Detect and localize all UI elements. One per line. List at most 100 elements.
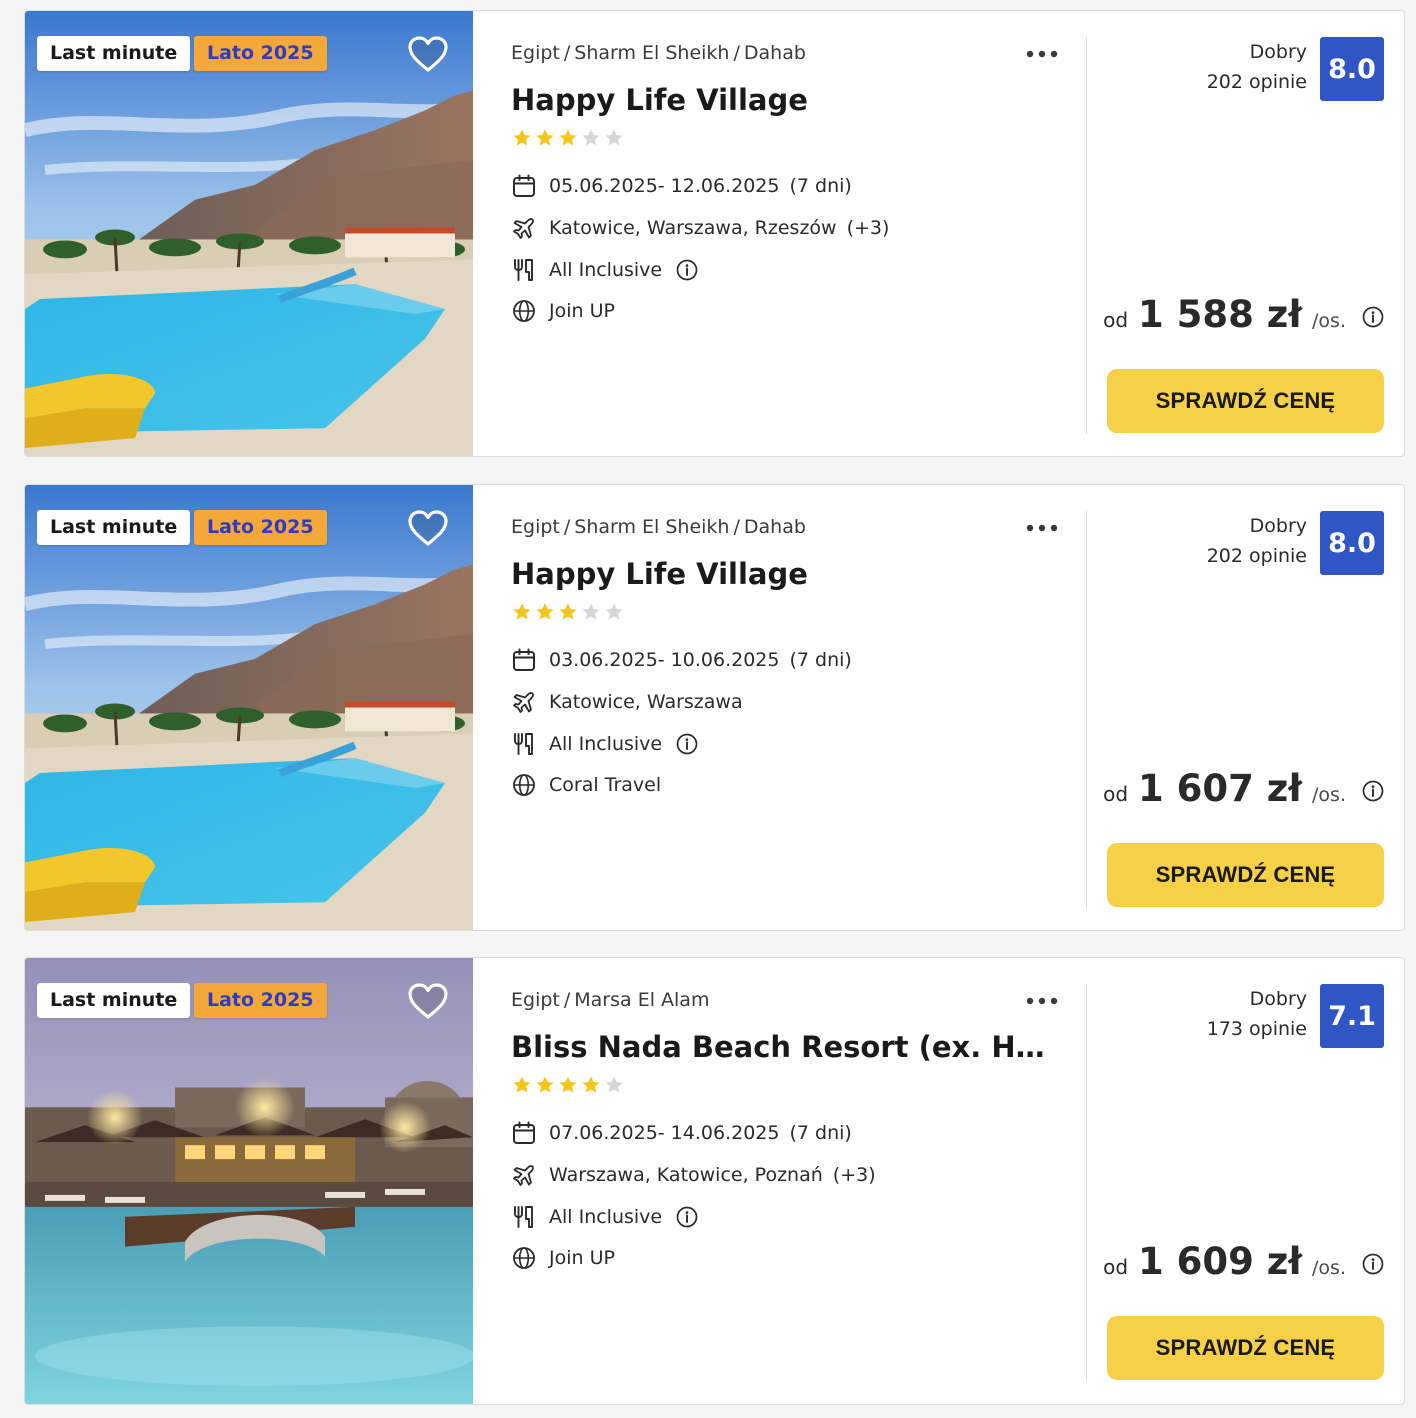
offer-info: Egipt / Sharm El Sheikh / Dahab Happy Life V…	[511, 485, 1087, 930]
star-empty-icon	[605, 1076, 623, 1093]
hotel-name[interactable]: Happy Life Village	[511, 83, 1051, 117]
trip-dates: 07.06.2025- 14.06.2025 (7 dni)	[511, 1118, 852, 1148]
price-amount: 1 607 zł	[1138, 767, 1303, 810]
info-circle-icon[interactable]	[676, 259, 698, 281]
heart-outline-icon	[408, 510, 448, 546]
breadcrumb-item[interactable]: Dahab	[744, 516, 806, 538]
price-suffix: /os.	[1312, 1257, 1346, 1279]
star-empty-icon	[582, 129, 600, 146]
breadcrumb-item[interactable]: Marsa El Alam	[574, 989, 709, 1011]
season-badge: Lato 2025	[194, 983, 327, 1018]
breadcrumb-item[interactable]: Sharm El Sheikh	[574, 516, 729, 538]
reviews-count[interactable]: 202 opinie	[1207, 67, 1307, 97]
departure-airports: Katowice, Warszawa, Rzeszów (+3)	[511, 213, 889, 243]
check-price-button[interactable]: SPRAWDŹ CENĘ	[1107, 1316, 1384, 1380]
reviews-count[interactable]: 202 opinie	[1207, 541, 1307, 571]
airports-text: Warszawa, Katowice, Poznań	[549, 1164, 823, 1186]
star-empty-icon	[605, 129, 623, 146]
favorite-button[interactable]	[405, 507, 451, 549]
star-filled-icon	[582, 1076, 600, 1093]
breadcrumb-separator: /	[563, 42, 571, 64]
price-amount: 1 588 zł	[1138, 293, 1303, 336]
divider	[1086, 511, 1087, 908]
offer-card-3[interactable]: Last minute Lato 2025 Egipt / Marsa El Ala…	[24, 957, 1405, 1405]
rating-summary: Dobry 202 opinie	[1207, 37, 1307, 97]
offer-card-1[interactable]: Last minute Lato 2025 Egipt / Sharm El She…	[24, 10, 1405, 457]
more-options-button[interactable]	[1025, 990, 1059, 1012]
star-filled-icon	[513, 129, 531, 146]
airports-more[interactable]: (+3)	[833, 1164, 876, 1186]
breadcrumb-location: Egipt / Sharm El Sheikh / Dahab	[511, 42, 806, 64]
price: od 1 588 zł /os.	[1103, 293, 1384, 341]
globe-icon	[513, 1247, 535, 1269]
price-suffix: /os.	[1312, 310, 1346, 332]
offer-list: Last minute Lato 2025 Egipt / Sharm El She…	[0, 0, 1416, 1418]
hotel-stars	[511, 601, 625, 623]
breadcrumb-separator: /	[733, 42, 740, 64]
hotel-name[interactable]: Happy Life Village	[511, 557, 1051, 591]
trip-dates: 05.06.2025- 12.06.2025 (7 dni)	[511, 171, 852, 201]
reviews-count[interactable]: 173 opinie	[1207, 1014, 1307, 1044]
check-price-button[interactable]: SPRAWDŹ CENĘ	[1107, 843, 1384, 907]
globe-icon	[513, 300, 535, 322]
rating-word: Dobry	[1249, 988, 1307, 1010]
season-badge: Lato 2025	[194, 36, 327, 71]
duration-text: (7 dni)	[789, 1122, 852, 1144]
rating-summary: Dobry 202 opinie	[1207, 511, 1307, 571]
breadcrumb-separator: /	[563, 989, 571, 1011]
airports-more[interactable]: (+3)	[847, 217, 890, 239]
offer-info: Egipt / Sharm El Sheikh / Dahab Happy Life V…	[511, 11, 1087, 456]
star-empty-icon	[582, 603, 600, 620]
hotel-photo[interactable]	[25, 958, 473, 1404]
hotel-photo[interactable]	[25, 485, 473, 930]
price-suffix: /os.	[1312, 784, 1346, 806]
info-circle-icon[interactable]	[676, 1206, 698, 1228]
tour-operator: Join UP	[511, 296, 615, 326]
info-circle-icon[interactable]	[1362, 306, 1384, 328]
price-prefix: od	[1103, 308, 1129, 332]
offer-card-2[interactable]: Last minute Lato 2025 Egipt / Sharm El She…	[24, 484, 1405, 931]
star-empty-icon	[605, 603, 623, 620]
more-dots-icon	[1026, 524, 1058, 532]
price-amount: 1 609 zł	[1138, 1240, 1303, 1283]
operator-text: Join UP	[549, 1247, 615, 1269]
hotel-stars	[511, 1074, 625, 1096]
photo-image	[25, 485, 473, 930]
price: od 1 607 zł /os.	[1103, 767, 1384, 815]
more-dots-icon	[1026, 50, 1058, 58]
rating-word: Dobry	[1249, 515, 1307, 537]
info-circle-icon[interactable]	[1362, 1253, 1384, 1275]
more-options-button[interactable]	[1025, 43, 1059, 65]
breadcrumb-item[interactable]: Egipt	[511, 42, 560, 64]
info-circle-icon[interactable]	[1362, 780, 1384, 802]
duration-text: (7 dni)	[789, 175, 852, 197]
star-filled-icon	[536, 129, 554, 146]
favorite-button[interactable]	[405, 33, 451, 75]
breadcrumb-location: Egipt / Marsa El Alam	[511, 989, 709, 1011]
breadcrumb-item[interactable]: Egipt	[511, 516, 560, 538]
trip-dates: 03.06.2025- 10.06.2025 (7 dni)	[511, 645, 852, 675]
info-circle-icon[interactable]	[676, 733, 698, 755]
rating-score: 8.0	[1320, 511, 1384, 575]
board-text: All Inclusive	[549, 1206, 663, 1228]
calendar-icon	[513, 174, 535, 197]
airplane-icon	[513, 1165, 534, 1186]
price: od 1 609 zł /os.	[1103, 1240, 1384, 1288]
hotel-photo[interactable]	[25, 11, 473, 456]
check-price-button[interactable]: SPRAWDŹ CENĘ	[1107, 369, 1384, 433]
breadcrumb-item[interactable]: Sharm El Sheikh	[574, 42, 729, 64]
breadcrumb-item[interactable]: Egipt	[511, 989, 560, 1011]
airplane-icon	[513, 692, 534, 713]
board-type: All Inclusive	[511, 729, 698, 759]
more-options-button[interactable]	[1025, 517, 1059, 539]
breadcrumb-separator: /	[563, 516, 571, 538]
breadcrumb-item[interactable]: Dahab	[744, 42, 806, 64]
dates-text: 07.06.2025- 14.06.2025	[549, 1122, 780, 1144]
hotel-name[interactable]: Bliss Nada Beach Resort (ex. Hotelux Mar…	[511, 1030, 1051, 1064]
divider	[1086, 984, 1087, 1381]
last-minute-badge: Last minute	[37, 510, 191, 545]
breadcrumb-location: Egipt / Sharm El Sheikh / Dahab	[511, 516, 806, 538]
rating-summary: Dobry 173 opinie	[1207, 984, 1307, 1044]
calendar-icon	[513, 1121, 535, 1144]
favorite-button[interactable]	[405, 980, 451, 1022]
